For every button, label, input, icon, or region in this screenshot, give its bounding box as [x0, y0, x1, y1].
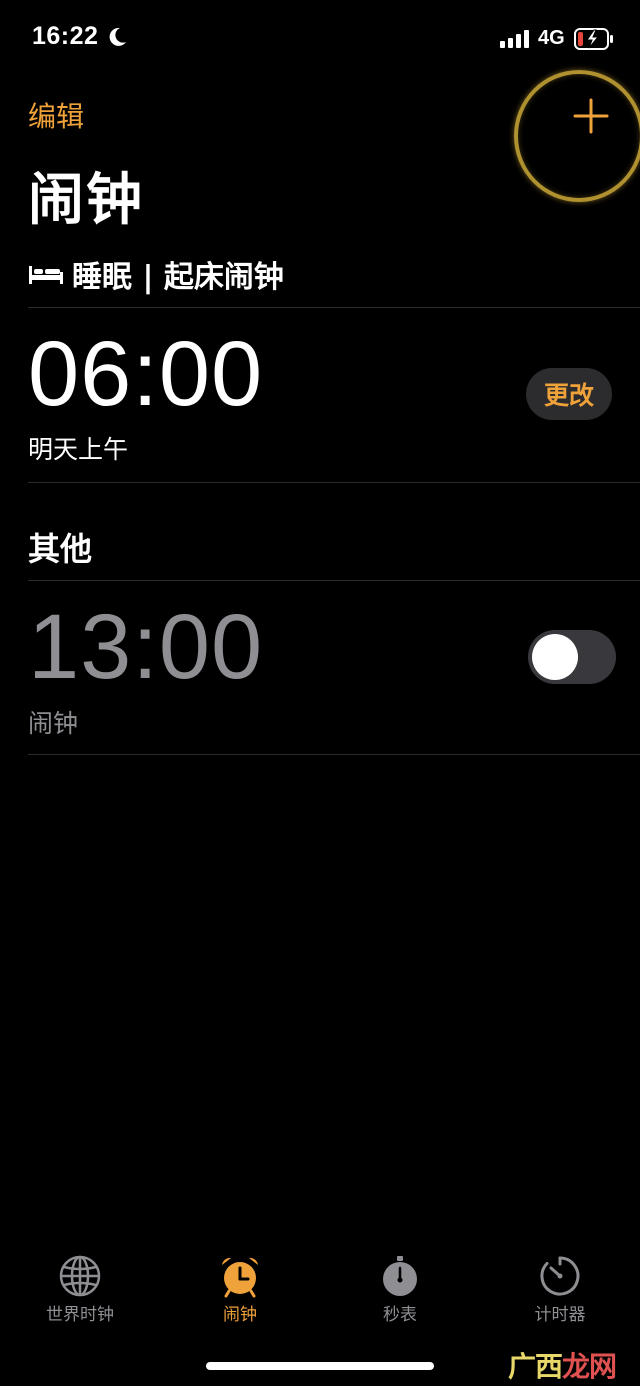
divider [28, 307, 640, 308]
moon-icon [109, 27, 126, 46]
tab-bar: 世界时钟 闹钟 秒表 计时器 [0, 1240, 640, 1340]
watermark: 广西龙网 [508, 1345, 617, 1385]
plus-icon [573, 98, 609, 134]
network-label: 4G [538, 27, 565, 49]
status-time: 16:22 [32, 22, 99, 50]
tab-stopwatch[interactable]: 秒表 [320, 1240, 480, 1330]
status-bar: 16:22 4G [0, 0, 640, 80]
tab-alarm[interactable]: 闹钟 [160, 1240, 320, 1330]
divider [28, 580, 640, 581]
alarm-clock-icon [222, 1257, 258, 1298]
tab-label: 计时器 [534, 1305, 586, 1325]
wake-alarm-subtitle: 明天上午 [28, 435, 129, 464]
bed-icon [29, 266, 63, 284]
add-alarm-button[interactable] [514, 70, 640, 202]
battery-charging-icon [574, 28, 613, 50]
edit-button[interactable]: 编辑 [28, 95, 84, 135]
tab-world-clock[interactable]: 世界时钟 [0, 1240, 160, 1330]
page-title: 闹钟 [28, 168, 144, 233]
alarm-time[interactable]: 13:00 [28, 595, 263, 700]
tab-label: 闹钟 [223, 1305, 257, 1325]
watermark-accent: 龙网 [562, 1350, 617, 1383]
sleep-section-title: 睡眠 | 起床闹钟 [72, 260, 284, 295]
divider [28, 754, 640, 755]
divider [28, 482, 640, 483]
alarm-label: 闹钟 [28, 709, 79, 738]
wake-alarm-time[interactable]: 06:00 [28, 322, 263, 427]
alarm-toggle[interactable] [528, 630, 616, 684]
watermark-prefix: 广西 [508, 1350, 563, 1383]
toggle-knob [532, 634, 578, 680]
globe-icon [59, 1255, 101, 1297]
home-indicator[interactable] [206, 1362, 434, 1370]
signal-icon [500, 30, 529, 48]
tab-label: 秒表 [383, 1305, 417, 1325]
other-section-title: 其他 [28, 530, 93, 568]
timer-icon [540, 1256, 580, 1296]
tab-label: 世界时钟 [46, 1305, 114, 1325]
stopwatch-icon [383, 1256, 417, 1296]
change-button[interactable]: 更改 [526, 368, 612, 420]
sleep-section-header: 睡眠 | 起床闹钟 [28, 252, 284, 296]
tab-timer[interactable]: 计时器 [480, 1240, 640, 1330]
